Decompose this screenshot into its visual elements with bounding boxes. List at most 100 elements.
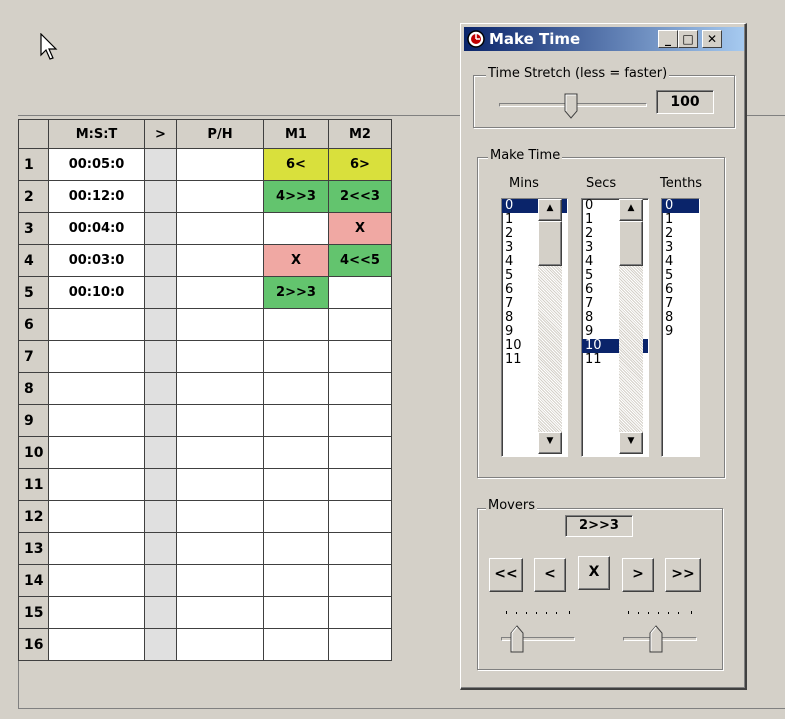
- grid-header-ph[interactable]: P/H: [176, 119, 264, 149]
- m2-cell[interactable]: 6>: [328, 148, 392, 181]
- arrow-cell[interactable]: [144, 500, 177, 533]
- mins-scroll-thumb[interactable]: [538, 221, 562, 266]
- tenths-list-item[interactable]: 8: [662, 311, 699, 325]
- ph-cell[interactable]: [176, 564, 264, 597]
- mins-scroll-down-button[interactable]: ▼: [538, 432, 562, 454]
- ph-cell[interactable]: [176, 596, 264, 629]
- ph-cell[interactable]: [176, 532, 264, 565]
- window-titlebar[interactable]: Make Time _ □ ✕: [464, 27, 744, 51]
- m2-cell[interactable]: X: [328, 212, 392, 245]
- ph-cell[interactable]: [176, 244, 264, 277]
- m1-cell[interactable]: [263, 404, 329, 437]
- time-cell[interactable]: [48, 596, 145, 629]
- move-last-button[interactable]: >>: [665, 558, 701, 592]
- ph-cell[interactable]: [176, 404, 264, 437]
- time-cell[interactable]: 00:04:0: [48, 212, 145, 245]
- ph-cell[interactable]: [176, 212, 264, 245]
- arrow-cell[interactable]: [144, 596, 177, 629]
- arrow-cell[interactable]: [144, 532, 177, 565]
- arrow-cell[interactable]: [144, 628, 177, 661]
- ph-cell[interactable]: [176, 148, 264, 181]
- grid-header-m1[interactable]: M1: [263, 119, 329, 149]
- secs-scrollbar[interactable]: ▲ ▼: [619, 199, 643, 454]
- m1-cell[interactable]: [263, 212, 329, 245]
- move-delete-button[interactable]: X: [578, 556, 610, 590]
- m1-cell[interactable]: [263, 532, 329, 565]
- time-cell[interactable]: [48, 500, 145, 533]
- m2-cell[interactable]: [328, 436, 392, 469]
- ph-cell[interactable]: [176, 468, 264, 501]
- mins-list[interactable]: 0 1 2 3 4 5 6 7 8 9 10 11 ▲ ▼: [501, 198, 568, 457]
- arrow-cell[interactable]: [144, 148, 177, 181]
- m2-cell[interactable]: 4<<5: [328, 244, 392, 277]
- tenths-list-item[interactable]: 6: [662, 283, 699, 297]
- tenths-list-item[interactable]: 1: [662, 213, 699, 227]
- mins-scrollbar[interactable]: ▲ ▼: [538, 199, 562, 454]
- tenths-list-item[interactable]: 4: [662, 255, 699, 269]
- secs-scroll-up-button[interactable]: ▲: [619, 199, 643, 221]
- mins-scroll-up-button[interactable]: ▲: [538, 199, 562, 221]
- m1-cell[interactable]: [263, 468, 329, 501]
- m1-cell[interactable]: [263, 372, 329, 405]
- arrow-cell[interactable]: [144, 212, 177, 245]
- time-cell[interactable]: [48, 308, 145, 341]
- ph-cell[interactable]: [176, 372, 264, 405]
- close-button[interactable]: ✕: [702, 30, 722, 48]
- secs-list[interactable]: 0 1 2 3 4 5 6 7 8 9 10 11 ▲ ▼: [581, 198, 649, 457]
- m2-cell[interactable]: [328, 628, 392, 661]
- time-cell[interactable]: [48, 564, 145, 597]
- arrow-cell[interactable]: [144, 564, 177, 597]
- m1-cell[interactable]: [263, 340, 329, 373]
- tenths-list-item[interactable]: 3: [662, 241, 699, 255]
- tenths-list-item[interactable]: 5: [662, 269, 699, 283]
- time-cell[interactable]: 00:03:0: [48, 244, 145, 277]
- time-cell[interactable]: 00:05:0: [48, 148, 145, 181]
- tenths-list[interactable]: 0123456789: [661, 198, 700, 457]
- m2-cell[interactable]: [328, 404, 392, 437]
- time-stretch-value[interactable]: 100: [656, 90, 714, 114]
- time-cell[interactable]: [48, 532, 145, 565]
- time-cell[interactable]: 00:10:0: [48, 276, 145, 309]
- ph-cell[interactable]: [176, 628, 264, 661]
- ph-cell[interactable]: [176, 340, 264, 373]
- maximize-button[interactable]: □: [678, 30, 698, 48]
- tenths-list-item[interactable]: 7: [662, 297, 699, 311]
- ph-cell[interactable]: [176, 436, 264, 469]
- time-cell[interactable]: [48, 468, 145, 501]
- slider-thumb[interactable]: [510, 625, 524, 653]
- ph-cell[interactable]: [176, 308, 264, 341]
- mover-left-slider[interactable]: [501, 611, 581, 653]
- tenths-list-item[interactable]: 9: [662, 325, 699, 339]
- minimize-button[interactable]: _: [658, 30, 678, 48]
- move-first-button[interactable]: <<: [489, 558, 523, 592]
- grid-header-arrow[interactable]: >: [144, 119, 177, 149]
- slider-thumb[interactable]: [564, 93, 578, 119]
- ph-cell[interactable]: [176, 500, 264, 533]
- m1-cell[interactable]: X: [263, 244, 329, 277]
- slider-thumb[interactable]: [649, 625, 663, 653]
- m2-cell[interactable]: [328, 564, 392, 597]
- move-next-button[interactable]: >: [622, 558, 654, 592]
- m1-cell[interactable]: [263, 564, 329, 597]
- arrow-cell[interactable]: [144, 468, 177, 501]
- m1-cell[interactable]: 2>>3: [263, 276, 329, 309]
- m2-cell[interactable]: [328, 500, 392, 533]
- m1-cell[interactable]: [263, 628, 329, 661]
- arrow-cell[interactable]: [144, 276, 177, 309]
- arrow-cell[interactable]: [144, 308, 177, 341]
- mover-right-slider[interactable]: [623, 611, 703, 653]
- time-cell[interactable]: [48, 436, 145, 469]
- arrow-cell[interactable]: [144, 436, 177, 469]
- tenths-list-item[interactable]: 2: [662, 227, 699, 241]
- secs-scroll-thumb[interactable]: [619, 221, 643, 266]
- ph-cell[interactable]: [176, 180, 264, 213]
- tenths-list-item[interactable]: 0: [662, 199, 699, 213]
- arrow-cell[interactable]: [144, 404, 177, 437]
- m1-cell[interactable]: [263, 500, 329, 533]
- time-cell[interactable]: [48, 372, 145, 405]
- time-stretch-slider[interactable]: [499, 93, 649, 125]
- m2-cell[interactable]: [328, 468, 392, 501]
- m2-cell[interactable]: [328, 308, 392, 341]
- arrow-cell[interactable]: [144, 180, 177, 213]
- arrow-cell[interactable]: [144, 372, 177, 405]
